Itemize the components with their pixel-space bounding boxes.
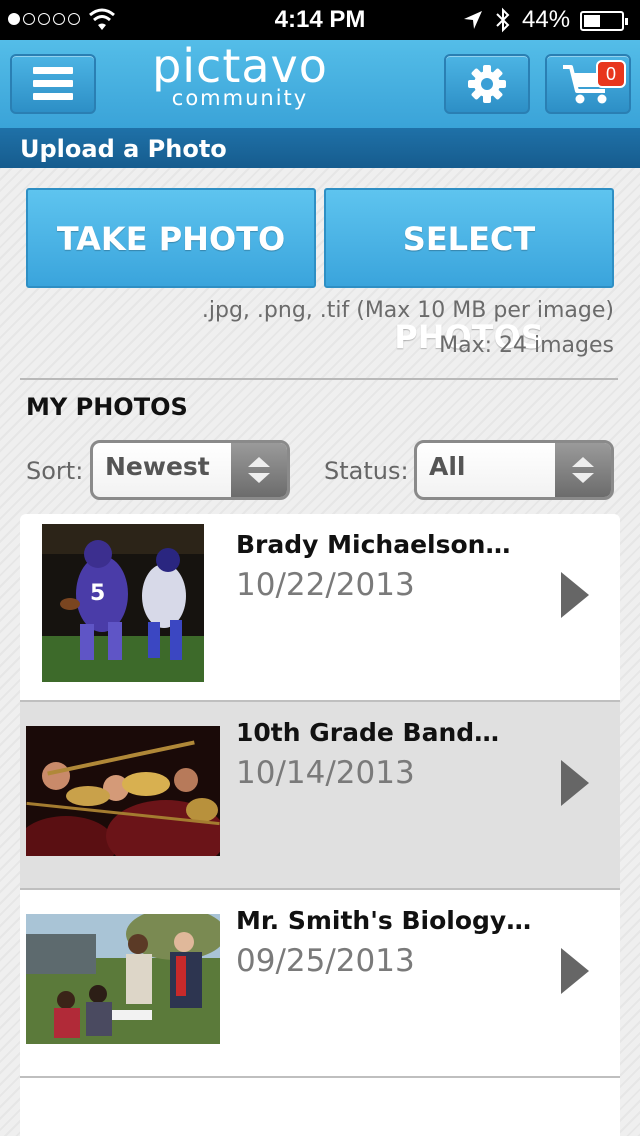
settings-button[interactable] (444, 54, 530, 114)
status-value: All (429, 452, 466, 481)
cart-count-badge: 0 (596, 60, 626, 88)
photo-title: Mr. Smith's Biology… (236, 906, 532, 935)
students-outdoors-photo (26, 914, 220, 1044)
select-photos-button[interactable]: SELECT PHOTOS (324, 188, 614, 356)
select-arrows-icon (555, 443, 611, 497)
battery-percent: 44% (522, 6, 571, 33)
marching-band-photo (26, 726, 220, 856)
divider (20, 378, 618, 380)
gear-icon (468, 65, 506, 103)
hamburger-menu-icon (33, 67, 73, 100)
take-photo-button[interactable]: TAKE PHOTO (26, 188, 316, 288)
app-header: pictavo community (0, 40, 640, 128)
photo-date: 10/22/2013 (236, 567, 415, 603)
bluetooth-icon (496, 7, 510, 33)
section-title: Upload a Photo (0, 128, 640, 168)
chevron-right-icon (561, 760, 589, 806)
photo-row[interactable]: Mr. Smith's Biology… 09/25/2013 (20, 890, 620, 1078)
pictavo-logo: pictavo community (152, 39, 328, 110)
photo-date: 09/25/2013 (236, 943, 415, 979)
sort-value: Newest (105, 452, 210, 481)
photo-list: 5 Brady Michaelson… 10/22/2013 10th Grad… (20, 514, 620, 1136)
formats-hint: .jpg, .png, .tif (Max 10 MB per image) (201, 298, 614, 323)
photo-title: Brady Michaelson… (236, 530, 511, 559)
status-bar: 4:14 PM 44% (0, 0, 640, 40)
photo-row[interactable]: 5 Brady Michaelson… 10/22/2013 (20, 514, 620, 702)
photo-row[interactable]: 10th Grade Band… 10/14/2013 (20, 702, 620, 890)
location-arrow-icon (464, 11, 482, 29)
photo-date: 10/14/2013 (236, 755, 415, 791)
sort-select[interactable]: Newest (90, 440, 290, 500)
status-label: Status: (324, 457, 409, 485)
football-players-photo: 5 (42, 524, 204, 682)
max-images-hint: Max: 24 images (439, 333, 614, 358)
svg-text:5: 5 (90, 581, 105, 606)
menu-button[interactable] (10, 54, 96, 114)
sort-label: Sort: (26, 457, 84, 485)
status-select[interactable]: All (414, 440, 614, 500)
battery-fill (584, 15, 600, 27)
battery-icon (580, 11, 628, 31)
chevron-right-icon (561, 572, 589, 618)
chevron-right-icon (561, 948, 589, 994)
photo-title: 10th Grade Band… (236, 718, 500, 747)
select-arrows-icon (231, 443, 287, 497)
my-photos-heading: MY PHOTOS (26, 393, 188, 421)
